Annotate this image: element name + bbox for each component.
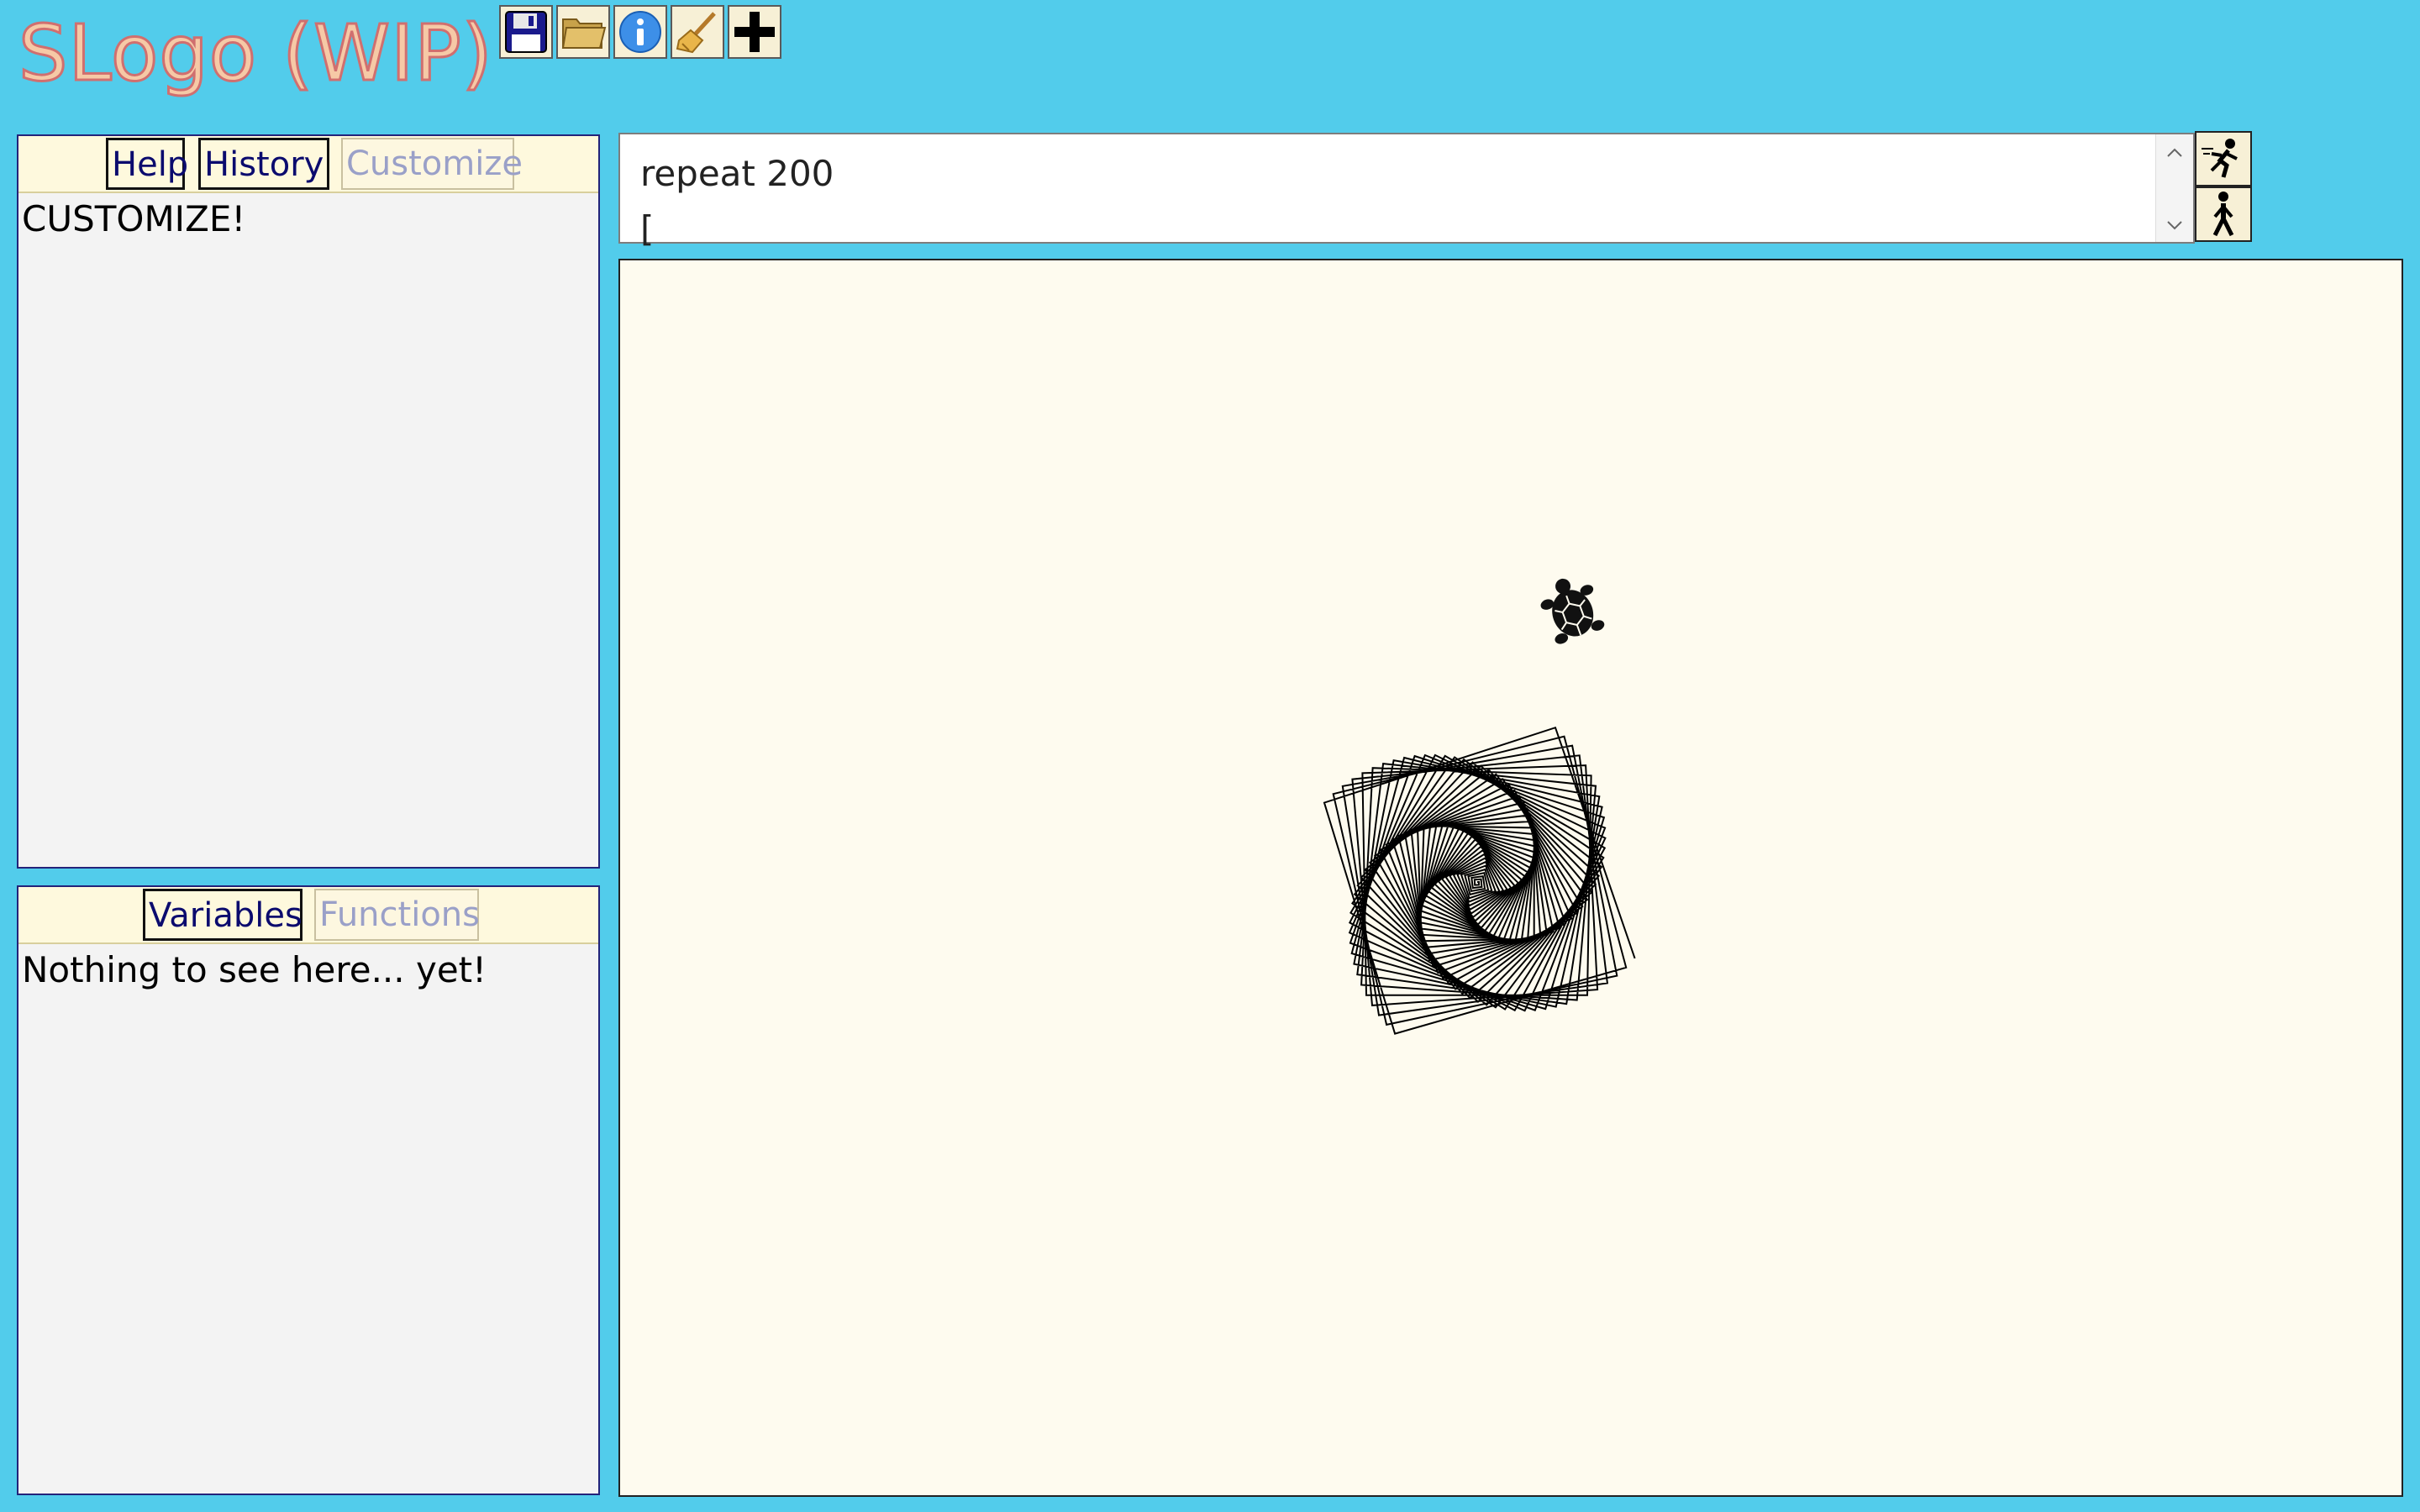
info-panel-content: CUSTOMIZE!: [22, 198, 246, 239]
clear-button[interactable]: [671, 5, 724, 59]
tab-history[interactable]: History: [198, 138, 329, 190]
step-walk-icon: [2212, 192, 2234, 237]
chevron-up-icon: [2167, 148, 2182, 157]
turtle-path: [1323, 726, 1636, 1035]
variables-panel: Variables Functions Nothing to see here.…: [17, 885, 600, 1495]
info-button[interactable]: [613, 5, 667, 59]
chevron-down-icon: [2167, 221, 2182, 230]
open-button[interactable]: [556, 5, 610, 59]
tab-variables[interactable]: Variables: [143, 889, 302, 941]
add-button[interactable]: [728, 5, 781, 59]
command-line-2: [: [640, 208, 655, 249]
turtle-drawing: [1323, 726, 1636, 1035]
command-line-1: repeat 200: [640, 153, 834, 194]
app-title: SLogo (WIP): [18, 8, 494, 98]
variables-panel-tabs: Variables Functions: [18, 887, 598, 944]
info-icon: [619, 11, 661, 53]
save-icon: [505, 11, 547, 53]
tab-functions[interactable]: Functions: [314, 889, 480, 941]
tab-help[interactable]: Help: [106, 138, 188, 190]
toolbar: [499, 5, 785, 59]
step-button[interactable]: [2195, 186, 2252, 242]
variables-panel-content: Nothing to see here... yet!: [22, 949, 487, 990]
broom-icon: [676, 12, 716, 54]
info-panel: Help History Customize CUSTOMIZE!: [17, 134, 600, 869]
command-scrollbar[interactable]: [2155, 134, 2193, 242]
command-input[interactable]: repeat 200 [: [618, 133, 2195, 249]
run-icon: [2202, 139, 2238, 178]
info-panel-tabs: Help History Customize: [18, 136, 598, 193]
folder-open-icon: [561, 18, 607, 49]
plus-icon: [734, 12, 775, 52]
tab-customize[interactable]: Customize: [341, 138, 523, 190]
save-button[interactable]: [499, 5, 553, 59]
command-text[interactable]: repeat 200 [: [640, 146, 834, 257]
run-button[interactable]: [2195, 131, 2252, 186]
run-controls: [2195, 131, 2252, 242]
turtle-canvas[interactable]: [618, 259, 2403, 1497]
